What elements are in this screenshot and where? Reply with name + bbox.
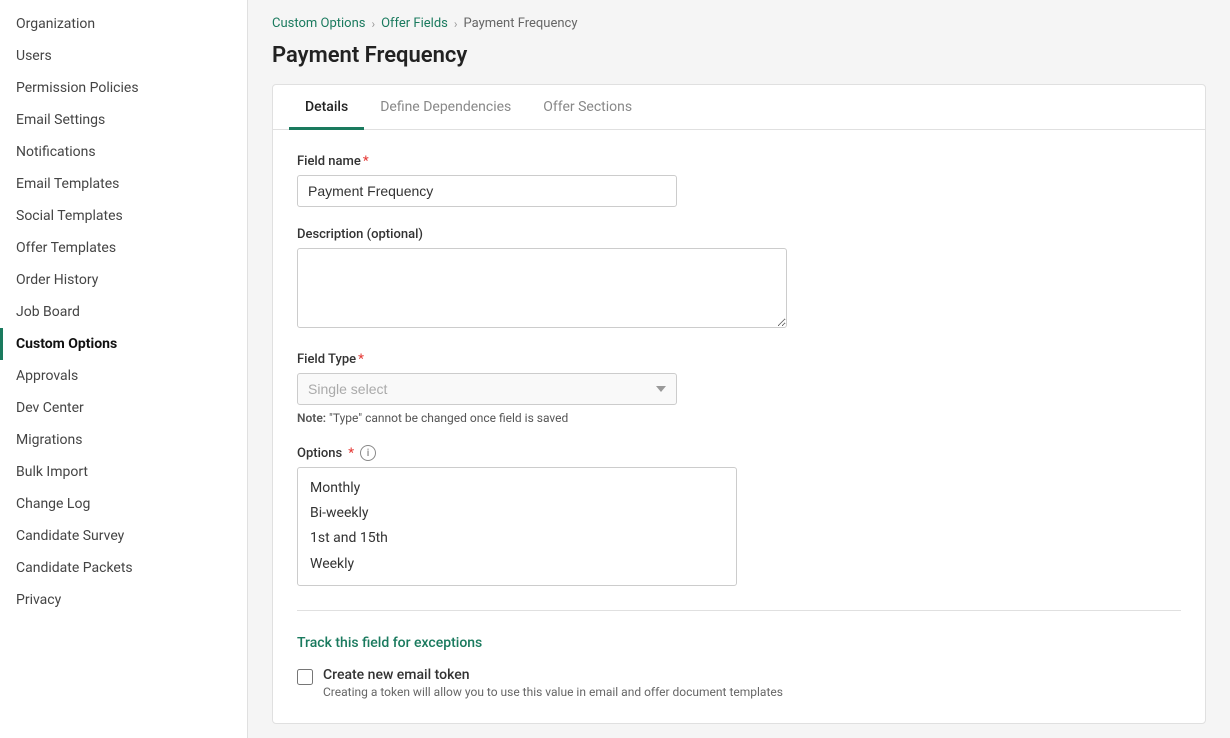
options-label-row: Options * i [297, 445, 1181, 461]
tab-offer-sections[interactable]: Offer Sections [527, 85, 648, 130]
breadcrumb-sep-1: › [371, 17, 375, 31]
breadcrumb: Custom Options › Offer Fields › Payment … [272, 16, 1206, 31]
main-content: Custom Options › Offer Fields › Payment … [248, 0, 1230, 738]
description-label: Description (optional) [297, 227, 1181, 242]
create-token-desc: Creating a token will allow you to use t… [323, 685, 783, 699]
field-type-select[interactable]: Single select [297, 373, 677, 405]
breadcrumb-sep-2: › [454, 17, 458, 31]
create-token-row: Create new email token Creating a token … [297, 667, 1181, 699]
options-label-text: Options [297, 446, 342, 461]
description-textarea[interactable] [297, 248, 787, 328]
field-type-note: Note: "Type" cannot be changed once fiel… [297, 411, 1181, 425]
create-token-text: Create new email token Creating a token … [323, 667, 783, 699]
main-card: Details Define Dependencies Offer Sectio… [272, 84, 1206, 724]
sidebar-item-social-templates[interactable]: Social Templates [0, 200, 247, 232]
sidebar-item-notifications[interactable]: Notifications [0, 136, 247, 168]
sidebar-item-privacy[interactable]: Privacy [0, 584, 247, 616]
field-name-group: Field name* [297, 154, 1181, 207]
sidebar-item-migrations[interactable]: Migrations [0, 424, 247, 456]
track-field-link[interactable]: Track this field for exceptions [297, 635, 482, 651]
sidebar-item-permission-policies[interactable]: Permission Policies [0, 72, 247, 104]
create-token-label: Create new email token [323, 667, 783, 683]
sidebar-item-users[interactable]: Users [0, 40, 247, 72]
description-group: Description (optional) [297, 227, 1181, 332]
field-name-label: Field name* [297, 154, 1181, 169]
sidebar-item-organization[interactable]: Organization [0, 8, 247, 40]
field-type-required: * [358, 352, 364, 367]
create-token-checkbox[interactable] [297, 669, 313, 685]
field-type-label: Field Type* [297, 352, 1181, 367]
options-required: * [348, 446, 354, 461]
sidebar-item-candidate-survey[interactable]: Candidate Survey [0, 520, 247, 552]
sidebar-item-custom-options[interactable]: Custom Options [0, 328, 247, 360]
divider [297, 610, 1181, 611]
tab-define-dependencies[interactable]: Define Dependencies [364, 85, 527, 130]
page-title: Payment Frequency [272, 43, 1206, 68]
note-bold: Note: [297, 411, 326, 425]
tab-details[interactable]: Details [289, 85, 364, 130]
breadcrumb-current: Payment Frequency [463, 16, 577, 31]
option-biweekly: Bi-weekly [310, 501, 724, 526]
field-name-input[interactable] [297, 175, 677, 207]
tabs: Details Define Dependencies Offer Sectio… [273, 85, 1205, 130]
sidebar-item-email-settings[interactable]: Email Settings [0, 104, 247, 136]
sidebar-item-order-history[interactable]: Order History [0, 264, 247, 296]
sidebar-item-dev-center[interactable]: Dev Center [0, 392, 247, 424]
sidebar-item-bulk-import[interactable]: Bulk Import [0, 456, 247, 488]
field-name-required: * [363, 154, 369, 169]
sidebar-item-offer-templates[interactable]: Offer Templates [0, 232, 247, 264]
sidebar-item-change-log[interactable]: Change Log [0, 488, 247, 520]
form-body: Field name* Description (optional) Field… [273, 130, 1205, 723]
options-box[interactable]: Monthly Bi-weekly 1st and 15th Weekly [297, 467, 737, 586]
options-group: Options * i Monthly Bi-weekly 1st and 15… [297, 445, 1181, 586]
breadcrumb-offer-fields[interactable]: Offer Fields [381, 16, 448, 31]
sidebar-item-approvals[interactable]: Approvals [0, 360, 247, 392]
option-1st-15th: 1st and 15th [310, 526, 724, 551]
sidebar: OrganizationUsersPermission PoliciesEmai… [0, 0, 248, 738]
option-monthly: Monthly [310, 476, 724, 501]
options-info-icon[interactable]: i [360, 445, 376, 461]
sidebar-item-job-board[interactable]: Job Board [0, 296, 247, 328]
sidebar-item-candidate-packets[interactable]: Candidate Packets [0, 552, 247, 584]
sidebar-item-email-templates[interactable]: Email Templates [0, 168, 247, 200]
field-type-group: Field Type* Single select Note: "Type" c… [297, 352, 1181, 425]
note-content: "Type" cannot be changed once field is s… [326, 411, 568, 425]
breadcrumb-custom-options[interactable]: Custom Options [272, 16, 365, 31]
option-weekly: Weekly [310, 552, 724, 577]
